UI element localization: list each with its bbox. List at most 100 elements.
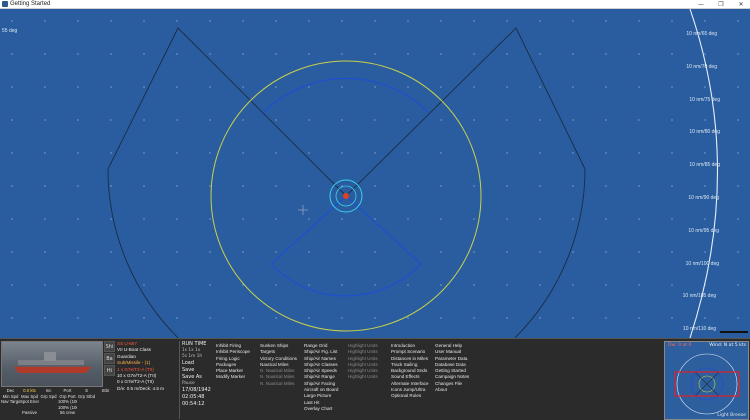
- grid-dot: [44, 317, 46, 319]
- maximize-button[interactable]: ❐: [714, 0, 728, 9]
- minimap-canvas[interactable]: [665, 342, 749, 420]
- map-canvas[interactable]: [0, 9, 750, 338]
- ship-picture[interactable]: [1, 341, 103, 387]
- menu-item[interactable]: Ship/Air Range: [304, 374, 338, 380]
- grid-dot: [176, 86, 178, 88]
- side-tab-battle[interactable]: Ba: [104, 353, 115, 364]
- menu-column-1: Inhibit Firing Inhibit Periscope Firing Lo…: [216, 343, 250, 419]
- grid-dot: [209, 185, 211, 187]
- grid-dot: [77, 152, 79, 154]
- save-button[interactable]: Save: [182, 367, 211, 374]
- menu-item[interactable]: Prompt Scenario: [391, 349, 429, 355]
- grid-dot: [638, 251, 640, 253]
- menu-item[interactable]: Optional Rules: [391, 393, 429, 399]
- control-grid-cell[interactable]: [96, 410, 115, 416]
- grid-dot: [176, 53, 178, 55]
- grid-dot: [407, 53, 409, 55]
- menu-column-6: General Help User Manual Parameter Data Dat…: [435, 343, 469, 419]
- tactical-map[interactable]: 55 deg 10 nm/65 deg 10 nm/70 deg 10 nm/75 …: [0, 9, 750, 338]
- grid-dot: [308, 53, 310, 55]
- grid-dot: [308, 152, 310, 154]
- side-tab-hits[interactable]: Hi: [104, 365, 115, 376]
- grid-dot: [374, 152, 376, 154]
- grid-dot: [473, 119, 475, 121]
- save-as-button[interactable]: Save As: [182, 374, 211, 381]
- grid-dot: [440, 20, 442, 22]
- grid-dot: [638, 317, 640, 319]
- menu-item[interactable]: Highlight Units: [348, 349, 378, 355]
- grid-dot: [11, 86, 13, 88]
- control-grid-cell[interactable]: [39, 410, 58, 416]
- grid-dot: [539, 251, 541, 253]
- grid-dot: [110, 119, 112, 121]
- own-ship-marker[interactable]: [343, 193, 349, 199]
- grid-dot: [473, 317, 475, 319]
- grid-dot: [440, 152, 442, 154]
- grid-dot: [143, 119, 145, 121]
- menu-item[interactable]: Parameter Data: [435, 356, 469, 362]
- grid-dot: [341, 317, 343, 319]
- grid-dot: [77, 251, 79, 253]
- menu-item[interactable]: Overlay Chart: [304, 406, 338, 412]
- grid-dot: [341, 119, 343, 121]
- run-time-panel: RUN TIME 1s 1x 1x 5s 1m 1h Load Save Sav…: [179, 341, 211, 419]
- grid-dot: [704, 53, 706, 55]
- grid-dot: [308, 317, 310, 319]
- grid-dot: [242, 218, 244, 220]
- minimap[interactable]: Dw: 0 at 0 Wind: N at 5 kts Light Breeze: [664, 341, 749, 420]
- grid-dot: [737, 86, 739, 88]
- menu-item[interactable]: Modify Marker: [216, 374, 250, 380]
- menu-item[interactable]: Ship/Air Fig. List: [304, 349, 338, 355]
- grid-dot: [539, 317, 541, 319]
- grid-dot: [341, 284, 343, 286]
- grid-dot: [704, 251, 706, 253]
- load-button[interactable]: Load: [182, 360, 211, 367]
- control-grid-cell[interactable]: Passive: [20, 410, 39, 416]
- grid-dot: [671, 152, 673, 154]
- grid-dot: [737, 284, 739, 286]
- side-tab-ship[interactable]: Shi: [104, 341, 115, 352]
- grid-dot: [605, 53, 607, 55]
- menu-item[interactable]: Highlight Units: [348, 374, 378, 380]
- range-label: 10 nm/65 deg: [686, 31, 717, 37]
- menu-item[interactable]: N. Nautical Miles: [260, 381, 297, 387]
- grid-dot: [275, 218, 277, 220]
- grid-dot: [704, 218, 706, 220]
- menu-item[interactable]: Highlight Units: [348, 356, 378, 362]
- grid-dot: [242, 284, 244, 286]
- control-grid-cell[interactable]: 56 crew: [58, 410, 77, 416]
- menu-item[interactable]: Campaign Notes: [435, 374, 469, 380]
- menu-item[interactable]: About: [435, 387, 469, 393]
- menu-item[interactable]: Ship/Air Names: [304, 356, 338, 362]
- grid-dot: [737, 53, 739, 55]
- grid-dot: [209, 218, 211, 220]
- grid-dot: [638, 284, 640, 286]
- menu-item[interactable]: Inhibit Periscope: [216, 349, 250, 355]
- grid-dot: [308, 218, 310, 220]
- grid-dot: [638, 119, 640, 121]
- grid-dot: [506, 20, 508, 22]
- menu-column-3: Range Grid Ship/Air Fig. List Ship/Air Nam…: [304, 343, 338, 419]
- grid-dot: [374, 251, 376, 253]
- range-label: 10 nm/95 deg: [688, 227, 719, 234]
- control-grid-cell[interactable]: [1, 410, 20, 416]
- control-grid-cell[interactable]: [77, 410, 96, 416]
- sector-outline: [107, 27, 586, 338]
- menu-item[interactable]: N. Nautical Miles: [260, 374, 297, 380]
- grid-dot: [440, 86, 442, 88]
- grid-dot: [572, 119, 574, 121]
- grid-dot: [671, 53, 673, 55]
- grid-dot: [605, 284, 607, 286]
- menu-item[interactable]: Distances in Miles: [391, 356, 429, 362]
- grid-dot: [143, 152, 145, 154]
- grid-dot: [407, 218, 409, 220]
- range-arc-right: [689, 9, 718, 338]
- menu-item[interactable]: Victory Conditions: [260, 356, 297, 362]
- grid-dot: [704, 119, 706, 121]
- minimize-button[interactable]: —: [694, 0, 708, 9]
- close-button[interactable]: ✕: [734, 0, 748, 9]
- grid-dot: [11, 185, 13, 187]
- grid-dot: [143, 284, 145, 286]
- title-bar: Getting Started — ❐ ✕: [0, 0, 750, 9]
- grid-dot: [44, 86, 46, 88]
